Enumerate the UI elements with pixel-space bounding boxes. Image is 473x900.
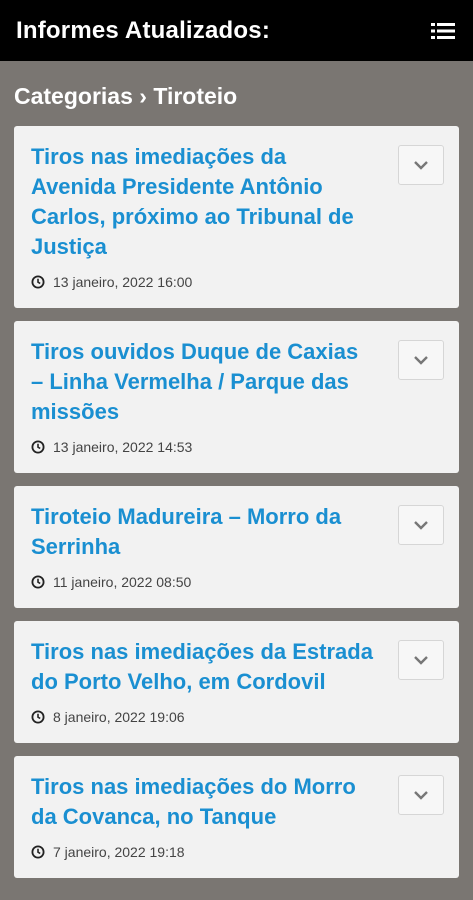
expand-toggle-button[interactable] xyxy=(398,340,444,380)
menu-icon[interactable] xyxy=(429,17,457,45)
expand-toggle-button[interactable] xyxy=(398,775,444,815)
post-meta: 13 janeiro, 2022 14:53 xyxy=(31,439,373,455)
clock-icon xyxy=(31,275,45,289)
post-title-link[interactable]: Tiros ouvidos Duque de Caxias – Linha Ve… xyxy=(31,337,373,427)
clock-icon xyxy=(31,575,45,589)
post-date: 13 janeiro, 2022 14:53 xyxy=(53,439,193,455)
post-title-link[interactable]: Tiros nas imediações do Morro da Covanca… xyxy=(31,772,373,832)
page-title: Informes Atualizados: xyxy=(16,16,271,44)
chevron-down-icon xyxy=(414,656,428,665)
chevron-down-icon xyxy=(414,161,428,170)
clock-icon xyxy=(31,440,45,454)
post-meta: 7 janeiro, 2022 19:18 xyxy=(31,844,373,860)
post-card: Tiroteio Madureira – Morro da Serrinha 1… xyxy=(14,486,459,608)
post-date: 8 janeiro, 2022 19:06 xyxy=(53,709,185,725)
post-title-link[interactable]: Tiroteio Madureira – Morro da Serrinha xyxy=(31,502,373,562)
post-title-link[interactable]: Tiros nas imediações da Avenida Presiden… xyxy=(31,142,373,262)
post-meta: 11 janeiro, 2022 08:50 xyxy=(31,574,373,590)
post-date: 13 janeiro, 2022 16:00 xyxy=(53,274,193,290)
post-title-link[interactable]: Tiros nas imediações da Estrada do Porto… xyxy=(31,637,373,697)
post-date: 7 janeiro, 2022 19:18 xyxy=(53,844,185,860)
breadcrumb: Categorias › Tiroteio xyxy=(14,83,238,109)
post-meta: 13 janeiro, 2022 16:00 xyxy=(31,274,373,290)
post-list: Tiros nas imediações da Avenida Presiden… xyxy=(0,117,473,878)
clock-icon xyxy=(31,710,45,724)
post-card: Tiros nas imediações da Avenida Presiden… xyxy=(14,126,459,308)
chevron-down-icon xyxy=(414,521,428,530)
chevron-down-icon xyxy=(414,356,428,365)
chevron-down-icon xyxy=(414,791,428,800)
clock-icon xyxy=(31,845,45,859)
post-date: 11 janeiro, 2022 08:50 xyxy=(53,574,192,590)
post-meta: 8 janeiro, 2022 19:06 xyxy=(31,709,373,725)
post-card: Tiros ouvidos Duque de Caxias – Linha Ve… xyxy=(14,321,459,473)
expand-toggle-button[interactable] xyxy=(398,505,444,545)
top-bar: Informes Atualizados: xyxy=(0,0,473,61)
post-card: Tiros nas imediações da Estrada do Porto… xyxy=(14,621,459,743)
expand-toggle-button[interactable] xyxy=(398,640,444,680)
expand-toggle-button[interactable] xyxy=(398,145,444,185)
post-card: Tiros nas imediações do Morro da Covanca… xyxy=(14,756,459,878)
